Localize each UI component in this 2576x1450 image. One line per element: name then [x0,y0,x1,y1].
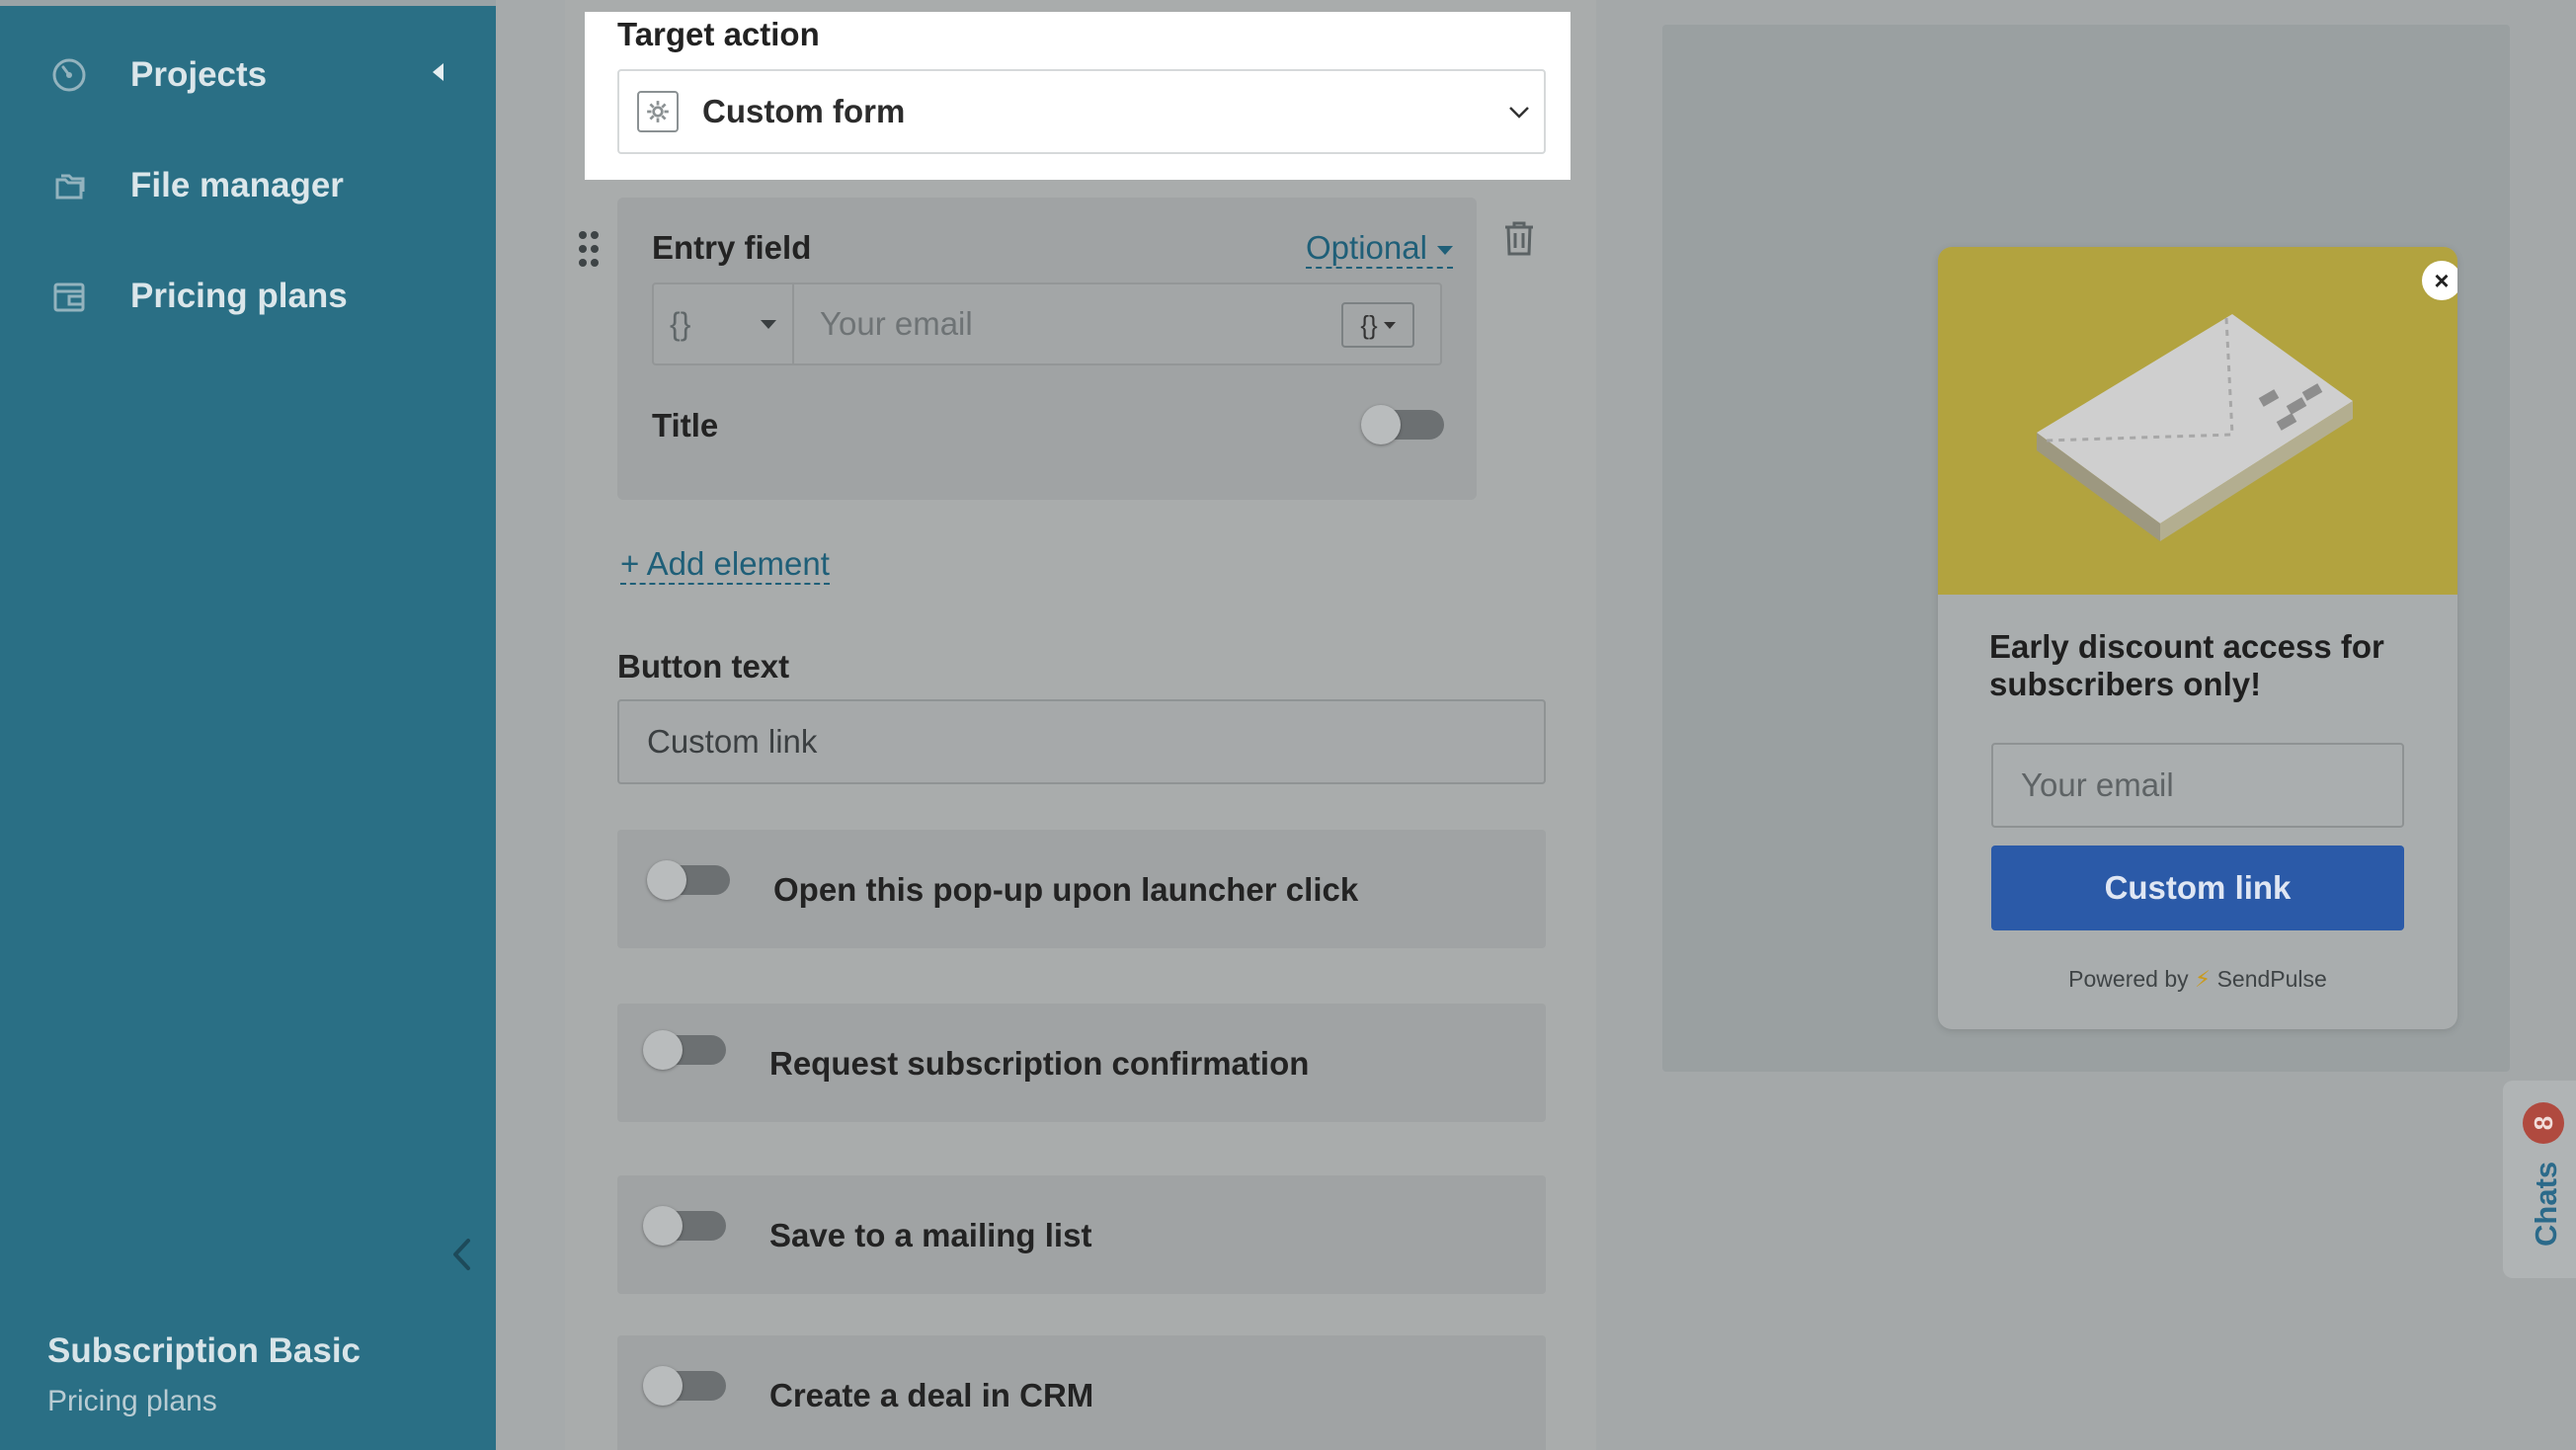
envelope-illustration-icon [2037,314,2353,541]
sidebar: Projects File manager Pricing plans Subs… [0,0,496,1450]
bolt-icon: ⚡ [2195,966,2212,992]
plan-name: Subscription Basic [47,1331,362,1370]
powered-brand: SendPulse [2216,966,2327,992]
collapse-sidebar-button[interactable] [446,1235,476,1274]
target-action-value: Custom form [702,93,906,129]
sidebar-item-label: File manager [130,166,344,204]
toggle-knob [643,1366,683,1406]
caret-down-icon [1436,245,1453,255]
powered-prefix: Powered by [2068,966,2189,992]
chevron-left-icon [453,1239,470,1270]
option-row-crm-deal: Create a deal in CRM [617,1335,1546,1450]
sidebar-item-pricing-plans[interactable]: Pricing plans [47,275,348,318]
caret-left-icon[interactable] [433,63,443,81]
toggle-knob [643,1206,683,1246]
caret-down-icon [761,320,776,329]
sidebar-item-projects[interactable]: Projects [47,53,267,97]
add-element-link[interactable]: + Add element [620,545,830,585]
option-label: Create a deal in CRM [769,1377,1094,1413]
popup-illustration [1938,247,2457,595]
target-action-label: Target action [617,16,820,52]
insert-variable-button[interactable]: {} [1341,302,1414,348]
mailing-list-toggle[interactable] [643,1206,726,1246]
projects-icon [47,53,91,97]
popup-headline: Early discount access for subscribers on… [1989,628,2384,702]
chats-badge: 8 [2523,1102,2564,1144]
target-action-select[interactable]: Custom form [617,69,1546,154]
powered-by[interactable]: Powered by ⚡ SendPulse [1938,966,2457,993]
chevron-down-icon [1509,107,1529,119]
sidebar-item-label: Pricing plans [130,277,348,315]
option-label: Open this pop-up upon launcher click [773,871,1359,908]
sidebar-item-file-manager[interactable]: File manager [47,164,344,207]
title-label: Title [652,407,719,443]
chats-tab[interactable]: 8 Chats [2503,1081,2576,1278]
button-text-label: Button text [617,648,790,685]
drag-handle-icon[interactable] [577,229,601,269]
title-toggle[interactable] [1361,405,1444,444]
option-row-mailing-list: Save to a mailing list [617,1175,1546,1294]
crm-deal-toggle[interactable] [643,1366,726,1406]
braces-icon: {} [670,305,691,342]
braces-icon: {} [1360,309,1378,340]
popup-preview: × Early discount access for subscribers … [1938,247,2457,1029]
optional-label: Optional [1306,229,1427,266]
caret-down-icon [1383,321,1396,329]
toggle-knob [647,860,686,900]
optional-dropdown[interactable]: Optional [1306,229,1453,269]
chats-label: Chats [2529,1161,2563,1247]
sidebar-item-label: Projects [130,55,268,94]
folder-icon [47,164,91,207]
option-row-open-popup: Open this pop-up upon launcher click [617,830,1546,948]
variable-type-select[interactable]: {} [654,284,794,363]
option-row-subscription-confirmation: Request subscription confirmation [617,1004,1546,1122]
trash-icon[interactable] [1501,219,1537,257]
button-text-input[interactable]: Custom link [617,699,1546,784]
open-popup-toggle[interactable] [647,860,730,900]
wallet-icon [47,275,91,318]
entry-field-input[interactable]: {} Your email {} [652,282,1442,365]
entry-field-label: Entry field [652,229,812,266]
settings-gear-icon [637,91,679,132]
popup-cta-button[interactable]: Custom link [1991,846,2404,930]
toggle-knob [643,1030,683,1070]
current-plan[interactable]: Subscription Basic Pricing plans [47,1331,361,1418]
popup-email-input[interactable]: Your email [1991,743,2404,828]
option-label: Save to a mailing list [769,1217,1092,1253]
subscription-confirmation-toggle[interactable] [643,1030,726,1070]
plan-subtitle: Pricing plans [47,1385,217,1417]
option-label: Request subscription confirmation [769,1045,1310,1082]
close-popup-button[interactable]: × [2422,261,2457,300]
toggle-knob [1361,405,1401,444]
